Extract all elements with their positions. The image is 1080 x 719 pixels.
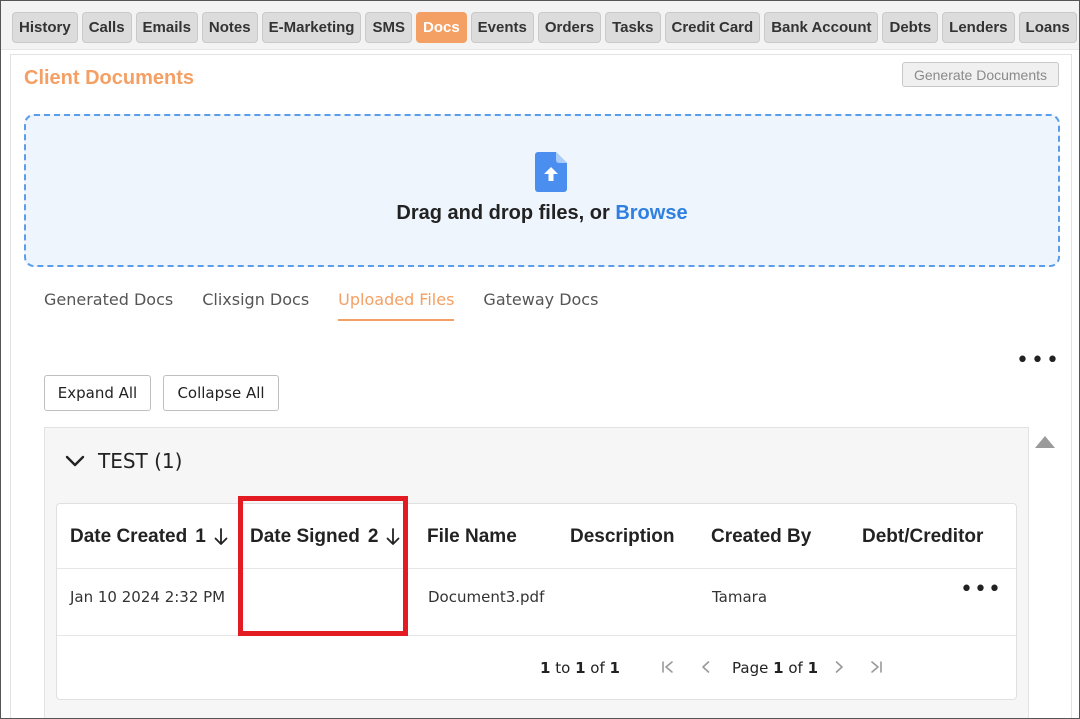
sort-desc-icon [386, 528, 400, 545]
pager-summary: 1 to 1 of 1 [540, 659, 620, 677]
top-tab-emails[interactable]: Emails [135, 12, 198, 43]
sort-order: 2 [367, 526, 379, 547]
column-label: Created By [711, 526, 812, 547]
top-tab-events[interactable]: Events [470, 12, 534, 43]
dropzone-label: Drag and drop files, or [396, 202, 616, 224]
browse-link[interactable]: Browse [615, 202, 687, 224]
scroll-up-icon[interactable] [1034, 434, 1056, 450]
top-tab-sms[interactable]: SMS [365, 12, 412, 43]
group-header[interactable]: TEST (1) [64, 449, 182, 473]
top-tab-debts[interactable]: Debts [882, 12, 939, 43]
column-header-file-name[interactable]: File Name [427, 526, 517, 548]
page-total: 1 [807, 659, 819, 677]
top-tab-notes[interactable]: Notes [201, 12, 258, 43]
header-divider [57, 568, 1016, 569]
file-upload-icon [535, 152, 567, 192]
dropzone-text: Drag and drop files, or Browse [26, 202, 1058, 225]
pager-to-word: to [555, 659, 571, 677]
top-tab-bar: History Calls Emails Notes E-Marketing S… [0, 0, 1080, 50]
top-tab-bank-account[interactable]: Bank Account [764, 12, 879, 43]
column-header-date-signed[interactable]: Date Signed 2 [250, 526, 400, 548]
top-tab-credit-card[interactable]: Credit Card [664, 12, 761, 43]
top-tab-history[interactable]: History [12, 12, 78, 43]
column-header-description[interactable]: Description [570, 526, 675, 548]
cell-date-created: Jan 10 2024 2:32 PM [70, 588, 226, 606]
collapse-all-button[interactable]: Collapse All [163, 375, 279, 411]
page-indicator: Page 1 of 1 [732, 659, 818, 677]
last-page-icon[interactable] [866, 657, 886, 677]
next-page-icon[interactable] [829, 657, 849, 677]
sort-order: 1 [195, 526, 206, 547]
group-title: TEST (1) [98, 449, 183, 473]
expand-all-button[interactable]: Expand All [44, 375, 151, 411]
pager-total: 1 [609, 659, 620, 677]
column-label: Date Signed [250, 526, 360, 547]
pager-of-word: of [590, 659, 605, 677]
top-tab-tasks[interactable]: Tasks [605, 12, 661, 43]
row-actions-icon[interactable]: ••• [960, 579, 1002, 601]
column-header-created-by[interactable]: Created By [711, 526, 811, 548]
sort-desc-icon [214, 528, 228, 545]
row-divider [57, 635, 1016, 636]
pager-to: 1 [575, 659, 586, 677]
page-of-word: of [788, 659, 803, 677]
tab-gateway-docs[interactable]: Gateway Docs [483, 290, 598, 321]
tab-clixsign-docs[interactable]: Clixsign Docs [202, 290, 309, 321]
top-tabs: History Calls Emails Notes E-Marketing S… [12, 12, 1077, 43]
top-tab-loans[interactable]: Loans [1018, 12, 1077, 43]
file-dropzone[interactable]: Drag and drop files, or Browse [24, 114, 1060, 267]
page-number: 1 [773, 659, 784, 677]
top-tab-docs[interactable]: Docs [415, 12, 467, 43]
column-label: Description [570, 526, 675, 547]
top-tab-e-marketing[interactable]: E-Marketing [261, 12, 362, 43]
column-label: Debt/Creditor [862, 526, 984, 547]
column-header-debt-creditor[interactable]: Debt/Creditor [862, 526, 983, 548]
tab-uploaded-files[interactable]: Uploaded Files [338, 290, 455, 321]
page-word: Page [732, 659, 769, 677]
cell-created-by: Tamara [712, 588, 768, 606]
top-tab-orders[interactable]: Orders [537, 12, 602, 43]
generate-documents-button[interactable]: Generate Documents [902, 62, 1059, 87]
column-label: Date Created [70, 526, 188, 547]
top-tab-lenders[interactable]: Lenders [942, 12, 1015, 43]
column-label: File Name [427, 526, 517, 547]
column-header-date-created[interactable]: Date Created 1 [70, 526, 228, 548]
more-options-icon[interactable]: ••• [1016, 350, 1059, 372]
chevron-down-icon [65, 455, 85, 467]
first-page-icon[interactable] [658, 657, 678, 677]
cell-file-name[interactable]: Document3.pdf [428, 588, 544, 606]
prev-page-icon[interactable] [696, 657, 716, 677]
page-title: Client Documents [24, 67, 195, 89]
pager-from: 1 [540, 659, 551, 677]
document-tabs: Generated Docs Clixsign Docs Uploaded Fi… [44, 290, 598, 321]
tab-generated-docs[interactable]: Generated Docs [44, 290, 173, 321]
top-tab-calls[interactable]: Calls [81, 12, 132, 43]
